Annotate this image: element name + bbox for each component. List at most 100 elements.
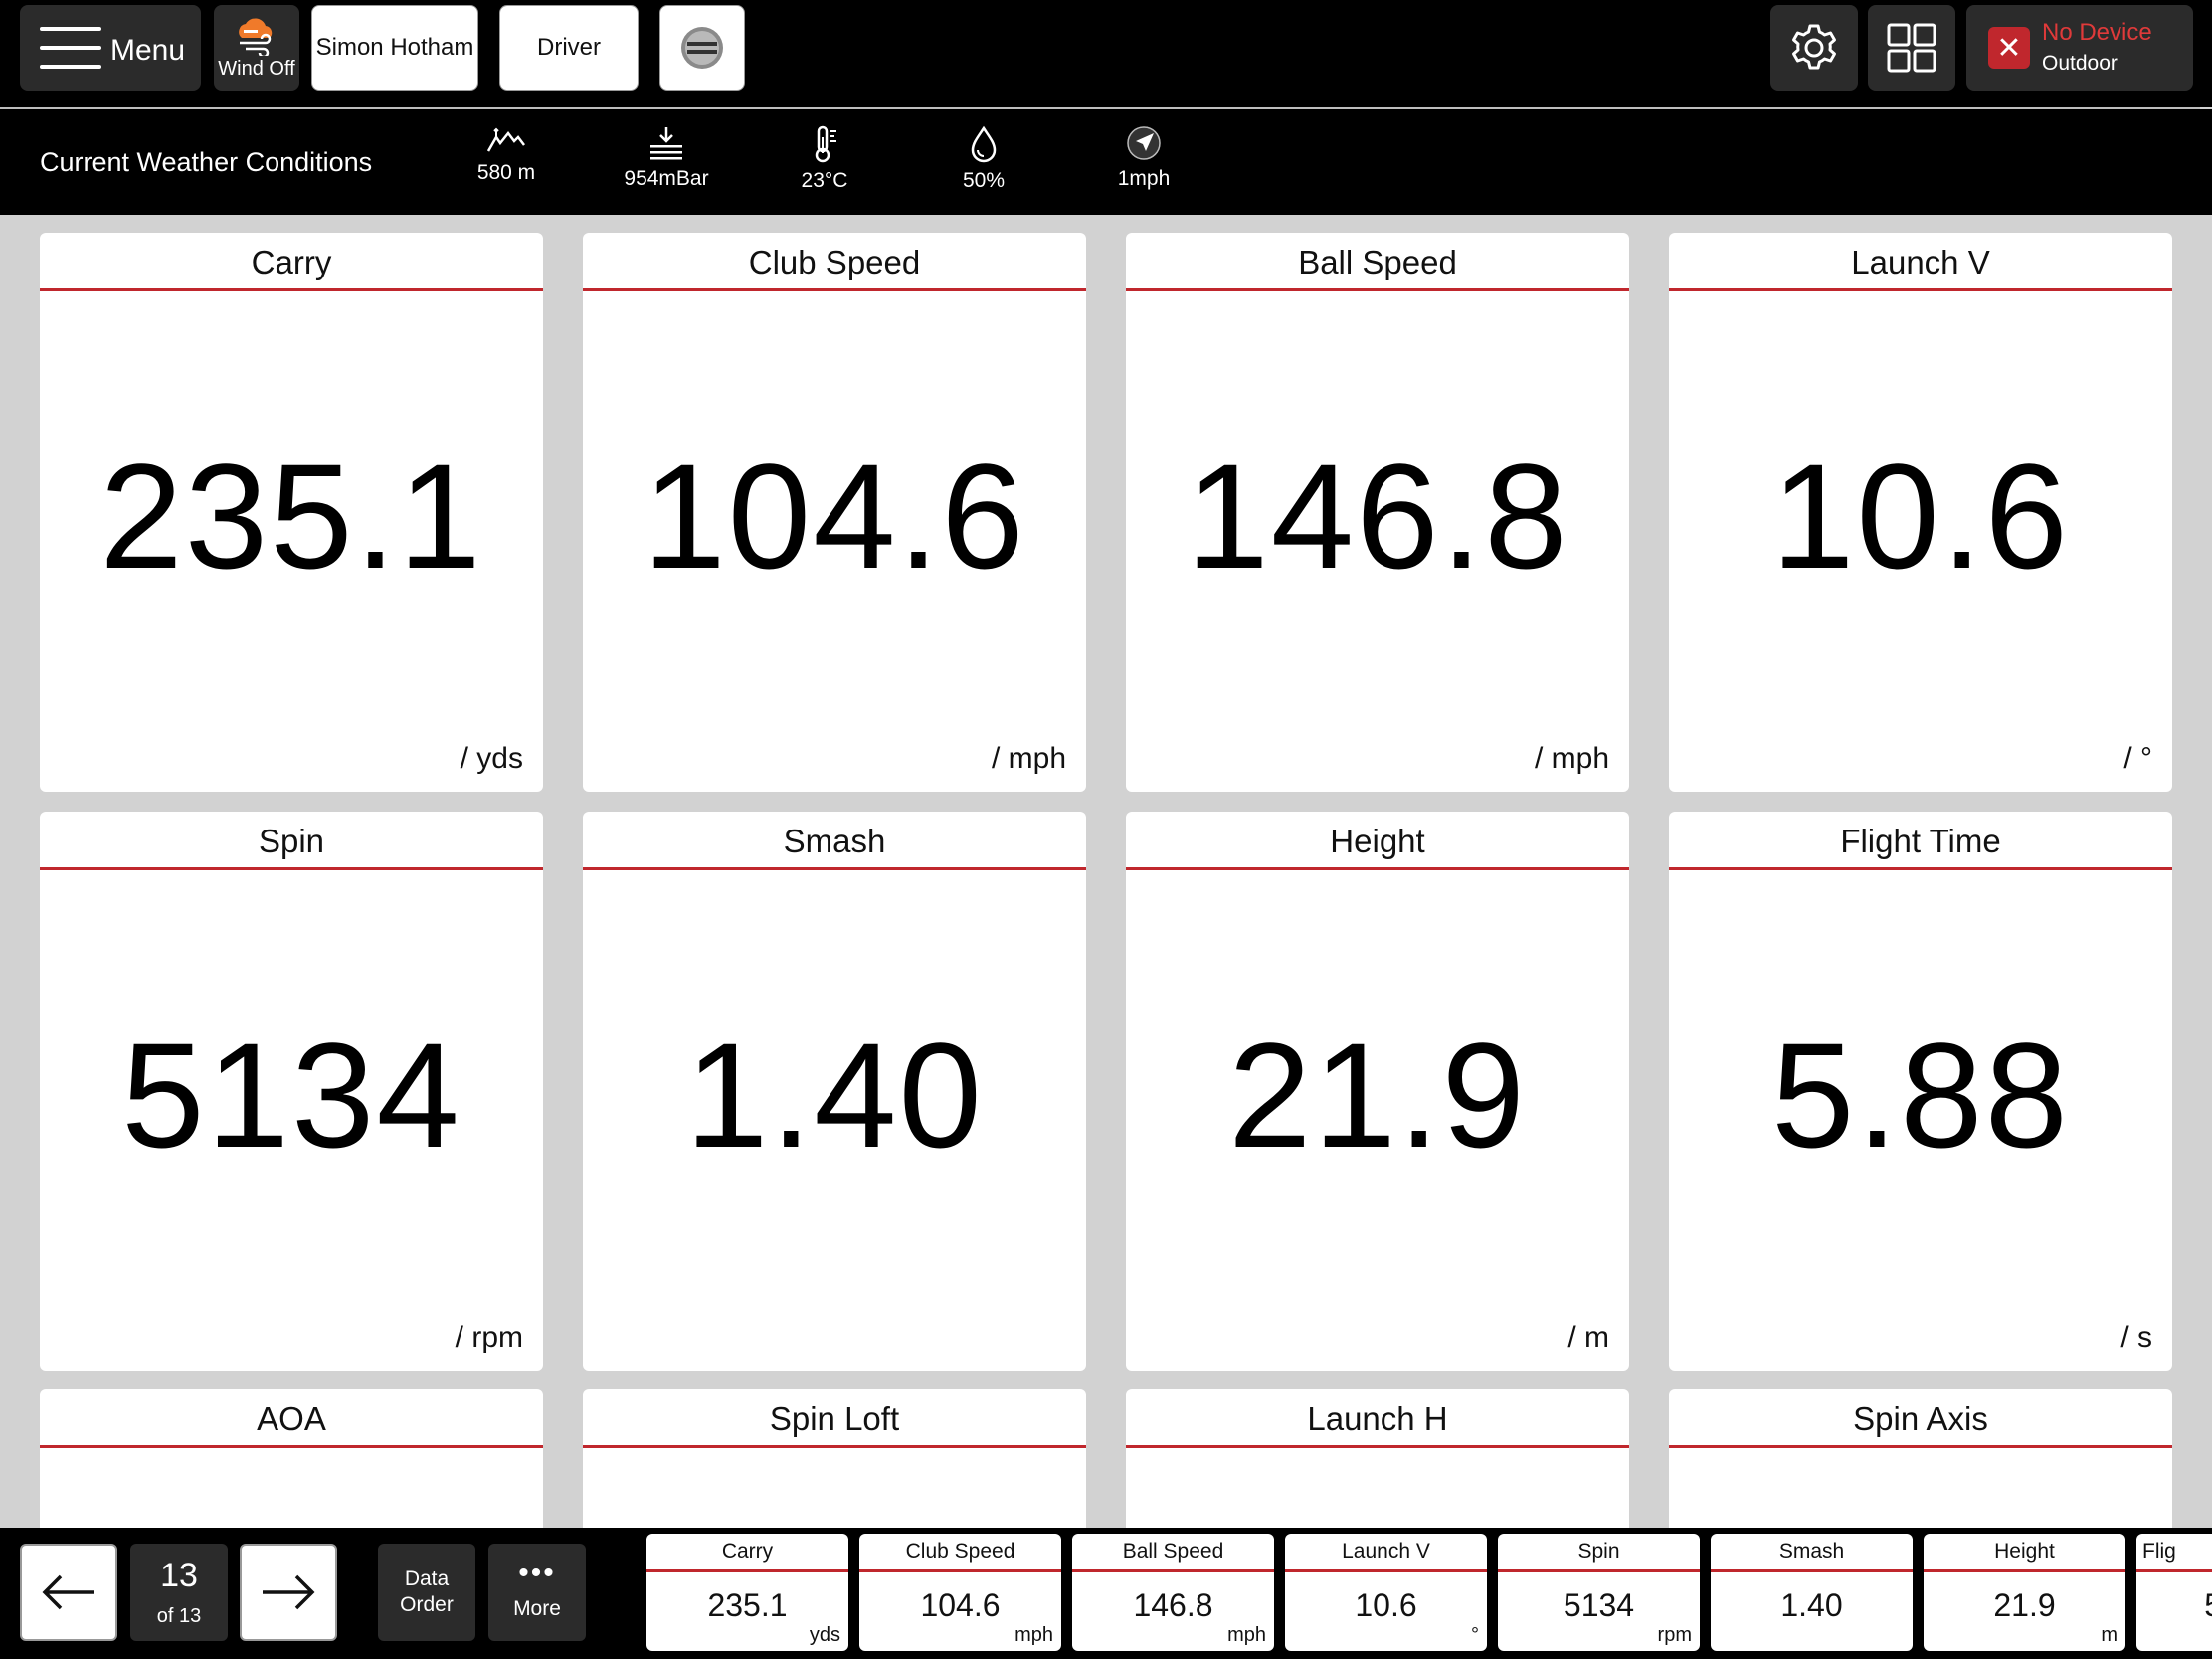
close-icon: ✕ bbox=[1988, 27, 2030, 69]
arrow-left-icon bbox=[42, 1574, 94, 1610]
metric-value: 10.6 bbox=[1771, 433, 2070, 600]
metric-unit: / yds bbox=[460, 742, 523, 775]
pressure-icon bbox=[650, 127, 682, 160]
metric-value: 146.8 bbox=[1186, 433, 1569, 600]
metric-tile-aoa[interactable]: AOA bbox=[40, 1389, 543, 1529]
humidity-item: 50% bbox=[919, 125, 1048, 193]
summary-value: 10.6 bbox=[1355, 1587, 1417, 1623]
metric-tile-launch-v[interactable]: Launch V 10.6 / ° bbox=[1669, 233, 2172, 792]
metric-tile-smash[interactable]: Smash 1.40 bbox=[583, 812, 1086, 1371]
summary-label: Smash bbox=[1711, 1534, 1913, 1572]
metric-label: Spin Axis bbox=[1669, 1389, 2172, 1448]
wind-direction-icon bbox=[1127, 126, 1161, 160]
metric-label: AOA bbox=[40, 1389, 543, 1448]
metric-tile-spin-axis[interactable]: Spin Axis bbox=[1669, 1389, 2172, 1529]
summary-label: Ball Speed bbox=[1072, 1534, 1274, 1572]
metric-label: Launch V bbox=[1669, 233, 2172, 291]
device-status: No Device bbox=[2042, 19, 2152, 46]
humidity-value: 50% bbox=[962, 169, 1006, 192]
wind-toggle-button[interactable]: Wind Off bbox=[214, 5, 299, 91]
next-shot-button[interactable] bbox=[240, 1544, 337, 1641]
data-order-label-1: Data bbox=[404, 1567, 450, 1590]
wind-cloud-icon bbox=[239, 17, 273, 56]
summary-label: Carry bbox=[646, 1534, 848, 1572]
data-order-button[interactable]: Data Order bbox=[378, 1544, 475, 1641]
summary-label: Club Speed bbox=[859, 1534, 1061, 1572]
metric-tile-launch-h[interactable]: Launch H bbox=[1126, 1389, 1629, 1529]
summary-unit: m bbox=[2101, 1624, 2118, 1646]
metric-value: 1.40 bbox=[685, 1012, 984, 1179]
metric-value: 235.1 bbox=[99, 433, 483, 600]
summary-value: 21.9 bbox=[1993, 1587, 2056, 1623]
summary-tile-partial: Flig 5 bbox=[2136, 1534, 2212, 1651]
metric-value: 21.9 bbox=[1228, 1012, 1527, 1179]
metric-unit: / m bbox=[1567, 1321, 1609, 1354]
metric-label: Carry bbox=[40, 233, 543, 291]
weather-title: Current Weather Conditions bbox=[40, 147, 373, 177]
weather-bar: Current Weather Conditions 580 m 954mBar… bbox=[0, 109, 2212, 215]
grid-layout-icon bbox=[1887, 23, 1936, 73]
pressure-value: 954mBar bbox=[624, 167, 709, 190]
summary-value: 1.40 bbox=[1780, 1587, 1843, 1623]
device-mode: Outdoor bbox=[2042, 52, 2118, 75]
golf-ball-icon bbox=[681, 27, 723, 69]
metric-value: 5134 bbox=[121, 1012, 461, 1179]
page-current: 13 bbox=[160, 1557, 198, 1594]
summary-value: 104.6 bbox=[920, 1587, 1001, 1623]
summary-tile: Smash 1.40 bbox=[1711, 1534, 1913, 1651]
metric-unit: / rpm bbox=[455, 1321, 523, 1354]
summary-unit: rpm bbox=[1657, 1624, 1692, 1646]
top-toolbar: Menu Wind Off Simon Hotham Driver ✕ No D… bbox=[0, 0, 2212, 107]
summary-value: 235.1 bbox=[707, 1587, 788, 1623]
shot-page-indicator: 13 of 13 bbox=[130, 1544, 228, 1641]
data-order-label-2: Order bbox=[400, 1593, 454, 1616]
summary-unit: mph bbox=[1014, 1624, 1053, 1646]
previous-shot-button[interactable] bbox=[20, 1544, 117, 1641]
wind-item: 1mph bbox=[1079, 125, 1208, 191]
club-select-button[interactable]: Driver bbox=[499, 5, 639, 91]
metric-unit: / s bbox=[2120, 1321, 2152, 1354]
metric-value: 104.6 bbox=[643, 433, 1026, 600]
metric-tile-spin-loft[interactable]: Spin Loft bbox=[583, 1389, 1086, 1529]
metric-label: Ball Speed bbox=[1126, 233, 1629, 291]
metric-unit: / ° bbox=[2123, 742, 2152, 775]
metric-tile-carry[interactable]: Carry 235.1 / yds bbox=[40, 233, 543, 792]
summary-tile: Ball Speed 146.8 mph bbox=[1072, 1534, 1274, 1651]
metric-value: 5.88 bbox=[1771, 1012, 2070, 1179]
more-dots-icon: ••• bbox=[518, 1557, 556, 1589]
metric-unit: / mph bbox=[991, 742, 1066, 775]
summary-label: Flig bbox=[2136, 1534, 2212, 1572]
menu-label: Menu bbox=[110, 34, 186, 67]
summary-tile: Spin 5134 rpm bbox=[1498, 1534, 1700, 1651]
ball-select-button[interactable] bbox=[659, 5, 745, 91]
metric-tile-ball-speed[interactable]: Ball Speed 146.8 / mph bbox=[1126, 233, 1629, 792]
altitude-icon bbox=[486, 127, 525, 152]
metric-tile-height[interactable]: Height 21.9 / m bbox=[1126, 812, 1629, 1371]
metric-tile-flight-time[interactable]: Flight Time 5.88 / s bbox=[1669, 812, 2172, 1371]
metric-label: Height bbox=[1126, 812, 1629, 870]
temperature-item: 23°C bbox=[760, 125, 889, 193]
more-button[interactable]: ••• More bbox=[488, 1544, 586, 1641]
metric-label: Club Speed bbox=[583, 233, 1086, 291]
metric-label: Spin Loft bbox=[583, 1389, 1086, 1448]
metric-tile-club-speed[interactable]: Club Speed 104.6 / mph bbox=[583, 233, 1086, 792]
thermometer-icon bbox=[815, 125, 836, 163]
metric-unit: / mph bbox=[1534, 742, 1609, 775]
pressure-item: 954mBar bbox=[602, 125, 731, 191]
layout-grid-button[interactable] bbox=[1868, 5, 1955, 91]
settings-button[interactable] bbox=[1770, 5, 1858, 91]
menu-button[interactable]: Menu bbox=[20, 5, 201, 91]
altitude-value: 580 m bbox=[476, 161, 536, 184]
device-status-button[interactable]: ✕ No Device Outdoor bbox=[1966, 5, 2193, 91]
player-select-button[interactable]: Simon Hotham bbox=[311, 5, 478, 91]
summary-unit: yds bbox=[809, 1624, 840, 1646]
metric-tile-spin[interactable]: Spin 5134 / rpm bbox=[40, 812, 543, 1371]
summary-unit: mph bbox=[1227, 1624, 1266, 1646]
wind-label: Wind Off bbox=[218, 57, 295, 80]
more-label: More bbox=[513, 1597, 561, 1620]
gear-icon bbox=[1792, 24, 1836, 70]
summary-tile: Club Speed 104.6 mph bbox=[859, 1534, 1061, 1651]
metric-label: Spin bbox=[40, 812, 543, 870]
metric-label: Smash bbox=[583, 812, 1086, 870]
summary-value: 146.8 bbox=[1133, 1587, 1213, 1623]
